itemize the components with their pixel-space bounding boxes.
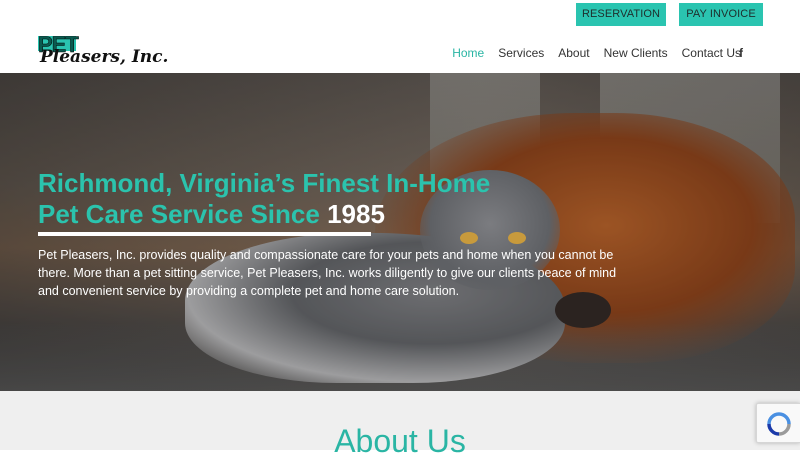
about-title: About Us [334,423,466,459]
nav-item-contact-us[interactable]: Contact Us [675,45,748,61]
site-logo[interactable]: PET Pleasers, Inc. [38,33,169,70]
main-nav: Home Services About New Clients Contact … [445,45,748,61]
hero-title-line2: Pet Care Service Since [38,199,328,229]
recaptcha-badge[interactable] [756,403,800,443]
cat-eye [508,232,526,244]
nav-item-home[interactable]: Home [445,45,491,61]
hero-title-line1: Richmond, Virginia’s Finest In-Home [38,168,491,198]
hero-title: Richmond, Virginia’s Finest In-Home Pet … [38,168,508,230]
nav-item-services[interactable]: Services [491,45,551,61]
hero-description: Pet Pleasers, Inc. provides quality and … [38,248,617,298]
nav-item-new-clients[interactable]: New Clients [597,45,675,61]
pay-invoice-button[interactable]: PAY INVOICE [679,3,763,26]
hero-divider [38,232,371,236]
recaptcha-icon [767,412,791,436]
cat-eye [460,232,478,244]
reservation-button[interactable]: RESERVATION [576,3,666,26]
nav-item-about[interactable]: About [551,45,596,61]
facebook-icon[interactable]: f [739,46,743,60]
logo-pleasers-text: Pleasers, Inc. [40,47,169,67]
site-header: RESERVATION PAY INVOICE PET Pleasers, In… [0,0,800,73]
hero-title-year: 1985 [327,199,385,229]
